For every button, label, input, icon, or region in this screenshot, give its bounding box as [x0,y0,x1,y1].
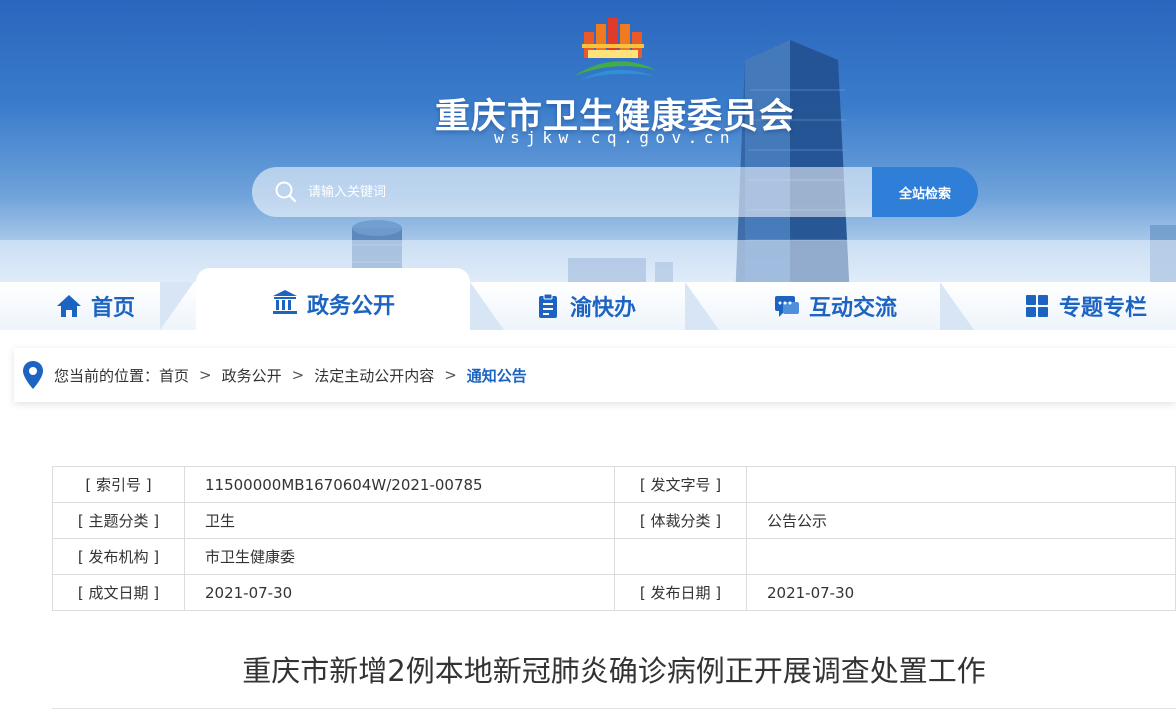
breadcrumb-link-statutory-disclosure[interactable]: 法定主动公开内容 [314,365,434,386]
topic-label: [ 主题分类 ] [52,502,185,539]
site-search-button[interactable]: 全站检索 [872,167,978,217]
genre-value: 公告公示 [746,502,1176,539]
breadcrumb-trail: 您当前的位置： 首页 > 政务公开 > 法定主动公开内容 > 通知公告 [54,348,527,402]
search-icon [275,181,297,203]
location-pin-icon [23,361,43,389]
nav-tab-home[interactable]: 首页 [20,282,170,330]
nav-tab-label: 互动交流 [808,296,897,321]
empty-cell [746,538,1176,575]
index-no-label: [ 索引号 ] [52,466,185,503]
title-divider [52,708,1176,709]
article-title: 重庆市新增2例本地新冠肺炎确诊病例正开展调查处置工作 [242,654,986,688]
nav-tab-label: 专题专栏 [1058,296,1147,321]
table-row: [ 索引号 ] 11500000MB1670604W/2021-00785 [ … [52,466,1176,503]
document-meta-table: [ 索引号 ] 11500000MB1670604W/2021-00785 [ … [52,466,1176,611]
main-nav: 首页 政务公开 渝快办 互动交流 专题专栏 [0,266,1176,330]
nav-tab-special-topics[interactable]: 专题专栏 [1010,282,1160,330]
commission-logo [574,18,656,80]
empty-cell [614,538,747,575]
published-date-label: [ 发布日期 ] [614,574,747,611]
search-bar: 全站检索 [252,167,978,217]
nav-divider [470,282,504,330]
breadcrumb-separator: > [199,366,212,384]
published-date-value: 2021-07-30 [746,574,1176,611]
search-input[interactable] [308,167,848,217]
table-row: [ 发布机构 ] 市卫生健康委 [52,538,1176,575]
nav-tab-interaction[interactable]: 互动交流 [755,282,915,330]
nav-tab-label: 首页 [90,296,135,321]
publisher-value: 市卫生健康委 [184,538,615,575]
doc-no-value [746,466,1176,503]
breadcrumb-separator: > [291,366,305,384]
nav-tab-label: 政务公开 [306,294,395,319]
table-row: [ 主题分类 ] 卫生 [ 体裁分类 ] 公告公示 [52,502,1176,539]
genre-label: [ 体裁分类 ] [614,502,747,539]
nav-tab-government-affairs[interactable]: 政务公开 [196,268,470,330]
breadcrumb-separator: > [444,366,457,384]
table-row: [ 成文日期 ] 2021-07-30 [ 发布日期 ] 2021-07-30 [52,574,1176,611]
breadcrumb-link-home[interactable]: 首页 [159,365,189,386]
government-building-icon [272,290,297,314]
nav-divider [685,282,719,330]
breadcrumb-current[interactable]: 通知公告 [467,365,527,386]
breadcrumb-prefix: 您当前的位置： [54,366,160,385]
grid-icon [1025,295,1048,317]
chat-bubble-icon [774,296,799,317]
clipboard-icon [538,293,557,318]
created-date-value: 2021-07-30 [184,574,615,611]
search-box [252,167,874,217]
nav-tab-yukuaiban[interactable]: 渝快办 [510,282,660,330]
nav-divider [940,282,974,330]
topic-value: 卫生 [184,502,615,539]
doc-no-label: [ 发文字号 ] [614,466,747,503]
breadcrumb-link-government-affairs[interactable]: 政务公开 [222,365,282,386]
breadcrumb: 您当前的位置： 首页 > 政务公开 > 法定主动公开内容 > 通知公告 [14,348,1176,402]
created-date-label: [ 成文日期 ] [52,574,185,611]
nav-tab-label: 渝快办 [569,296,636,321]
header-banner: 重庆市卫生健康委员会 wsjkw.cq.gov.cn 全站检索 [0,0,1176,300]
index-no-value: 11500000MB1670604W/2021-00785 [184,466,615,503]
site-domain: wsjkw.cq.gov.cn [494,128,736,147]
publisher-label: [ 发布机构 ] [52,538,185,575]
home-icon [56,295,81,317]
